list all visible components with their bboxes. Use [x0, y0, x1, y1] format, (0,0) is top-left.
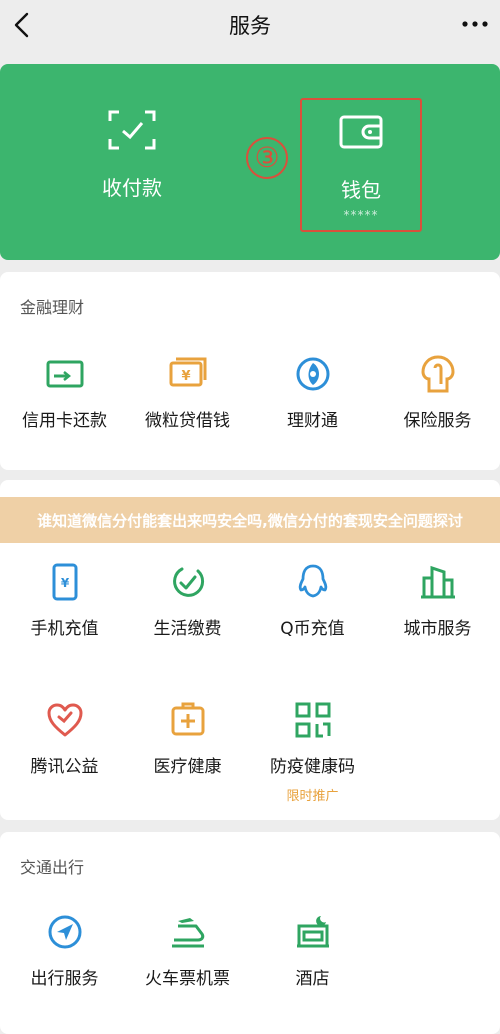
service-insurance[interactable]: 保险服务: [375, 354, 500, 431]
phone-recharge-icon: ¥: [52, 563, 77, 601]
finance-section-title: 金融理财: [20, 298, 85, 317]
service-label: 医疗健康: [153, 757, 222, 777]
service-label: 保险服务: [403, 411, 472, 431]
service-q-coin[interactable]: Q币充值: [250, 562, 375, 639]
service-label: 手机充值: [30, 619, 99, 639]
svg-text:¥: ¥: [181, 369, 190, 384]
collect-pay-label: 收付款: [102, 176, 162, 200]
charity-heart-icon: [47, 703, 82, 737]
service-charity[interactable]: 腾讯公益: [2, 700, 127, 777]
service-micro-loan[interactable]: ¥ 微粒贷借钱: [125, 354, 250, 431]
travel-card: 交通出行 出行服务 火车票机票 酒店: [0, 832, 500, 1034]
service-health-code[interactable]: 防疫健康码 限时推广: [250, 700, 375, 804]
health-qr-code-icon: [295, 702, 330, 738]
credit-card-icon: [46, 360, 83, 388]
travel-section-title: 交通出行: [20, 858, 85, 877]
medical-kit-icon: [171, 702, 204, 736]
service-hotel[interactable]: 酒店: [250, 912, 375, 989]
wallet-button[interactable]: 钱包 *****: [300, 98, 422, 232]
qr-scan-icon: [108, 110, 156, 150]
service-label: 理财通: [287, 411, 338, 431]
service-city[interactable]: 城市服务: [375, 562, 500, 639]
service-label: 微粒贷借钱: [145, 411, 230, 431]
service-train-plane[interactable]: 火车票机票: [125, 912, 250, 989]
promo-badge: 限时推广: [286, 789, 339, 804]
wallet-balance-mask: *****: [343, 208, 379, 222]
insurance-icon: [420, 355, 455, 393]
finance-card: 金融理财 信用卡还款 ¥ 微粒贷借钱 理财通 保险服务: [0, 272, 500, 470]
banner-text: 谁知道微信分付能套出来吗安全吗,微信分付的套现安全问题探讨: [37, 512, 463, 530]
cash-loan-icon: ¥: [169, 357, 206, 387]
hotel-bed-icon: [296, 916, 329, 948]
service-label: Q币充值: [280, 619, 345, 639]
service-credit-card-repay[interactable]: 信用卡还款: [2, 354, 127, 431]
service-phone-recharge[interactable]: ¥ 手机充值: [2, 562, 127, 639]
page-title: 服务: [229, 14, 271, 38]
service-label: 酒店: [295, 969, 330, 989]
step-marker: ③: [246, 137, 288, 179]
service-label: 出行服务: [30, 969, 99, 989]
service-label: 生活缴费: [153, 619, 222, 639]
service-label: 腾讯公益: [30, 757, 99, 777]
article-banner: 谁知道微信分付能套出来吗安全吗,微信分付的套现安全问题探讨: [0, 497, 500, 543]
service-label: 城市服务: [403, 619, 472, 639]
wealth-icon: [296, 357, 329, 391]
service-utility-payment[interactable]: 生活缴费: [125, 562, 250, 639]
qq-penguin-icon: [298, 564, 327, 598]
service-label: 防疫健康码: [270, 757, 355, 777]
svg-text:¥: ¥: [60, 576, 69, 590]
service-label: 信用卡还款: [22, 411, 107, 431]
more-dots-icon[interactable]: [460, 14, 490, 34]
service-wealth[interactable]: 理财通: [250, 354, 375, 431]
utility-payment-icon: [172, 567, 204, 597]
wallet-icon: [339, 115, 383, 149]
service-label: 火车票机票: [145, 969, 230, 989]
train-plane-icon: [171, 918, 204, 948]
city-buildings-icon: [420, 565, 455, 599]
top-bar: 服务: [0, 0, 500, 52]
wallet-label: 钱包: [341, 178, 381, 202]
service-medical[interactable]: 医疗健康: [125, 700, 250, 777]
service-travel[interactable]: 出行服务: [2, 912, 127, 989]
navigation-icon: [48, 915, 81, 949]
